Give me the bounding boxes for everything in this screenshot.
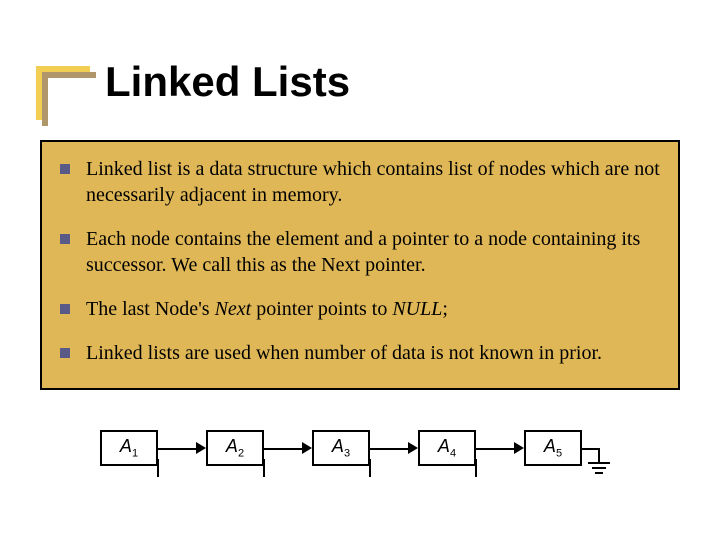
ground-bar bbox=[588, 462, 610, 464]
linked-list-diagram: A1 A2 A3 A4 A5 bbox=[100, 430, 660, 490]
ground-stem-v bbox=[598, 448, 600, 462]
pointer-origin-tick bbox=[475, 459, 477, 477]
deco-square-mask bbox=[48, 78, 108, 138]
bullet-text: The last Node's Next pointer points to N… bbox=[86, 296, 660, 322]
square-bullet-icon bbox=[60, 234, 70, 244]
ground-bar bbox=[592, 467, 606, 469]
ground-stem-h bbox=[582, 448, 598, 450]
arrowhead-icon bbox=[196, 442, 206, 454]
pointer-arrow bbox=[158, 448, 196, 450]
bullet-item: The last Node's Next pointer points to N… bbox=[60, 296, 660, 322]
arrowhead-icon bbox=[408, 442, 418, 454]
bullet-item: Linked lists are used when number of dat… bbox=[60, 340, 660, 366]
pointer-arrow bbox=[264, 448, 302, 450]
pointer-origin-tick bbox=[369, 459, 371, 477]
list-node: A5 bbox=[524, 430, 582, 466]
square-bullet-icon bbox=[60, 164, 70, 174]
pointer-arrow bbox=[476, 448, 514, 450]
pointer-arrow bbox=[370, 448, 408, 450]
arrowhead-icon bbox=[302, 442, 312, 454]
bullet-item: Each node contains the element and a poi… bbox=[60, 226, 660, 278]
bullet-item: Linked list is a data structure which co… bbox=[60, 156, 660, 208]
bullet-text: Linked list is a data structure which co… bbox=[86, 156, 660, 208]
square-bullet-icon bbox=[60, 348, 70, 358]
arrowhead-icon bbox=[514, 442, 524, 454]
slide-title: Linked Lists bbox=[105, 58, 350, 106]
list-node: A1 bbox=[100, 430, 158, 466]
content-box: Linked list is a data structure which co… bbox=[40, 140, 680, 390]
pointer-origin-tick bbox=[157, 459, 159, 477]
bullet-text: Each node contains the element and a poi… bbox=[86, 226, 660, 278]
bullet-text: Linked lists are used when number of dat… bbox=[86, 340, 660, 366]
list-node: A3 bbox=[312, 430, 370, 466]
slide: Linked Lists Linked list is a data struc… bbox=[0, 0, 720, 540]
ground-bar bbox=[595, 472, 603, 474]
title-decoration bbox=[36, 66, 90, 120]
square-bullet-icon bbox=[60, 304, 70, 314]
list-node: A4 bbox=[418, 430, 476, 466]
list-node: A2 bbox=[206, 430, 264, 466]
pointer-origin-tick bbox=[263, 459, 265, 477]
